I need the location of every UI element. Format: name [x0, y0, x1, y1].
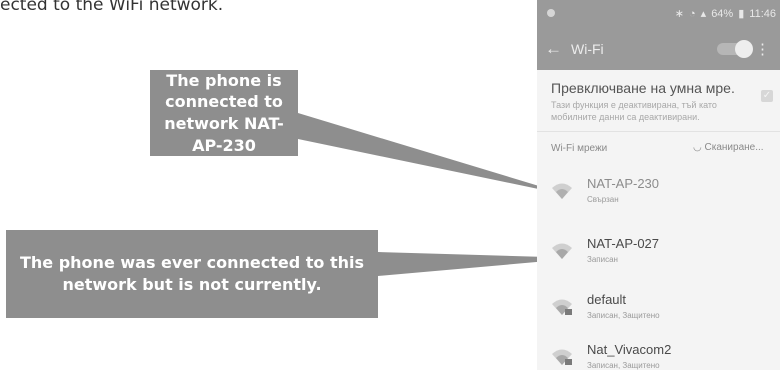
refresh-icon: ◡ — [693, 142, 702, 153]
network-name: Nat_Vivacom2 — [587, 342, 672, 357]
wifi-lock-icon — [552, 299, 572, 315]
phone-screen: ∗ ◔ ▴ 64% ▮ 11:46 ← Wi-Fi ⋮ Превключване… — [537, 0, 780, 370]
callout-connected: The phone is connected to network NAT-AP… — [150, 70, 298, 156]
page-title: Wi-Fi — [571, 41, 604, 57]
network-name: NAT-AP-027 — [587, 236, 660, 251]
network-name: default — [587, 292, 627, 307]
notification-icon — [547, 9, 555, 17]
network-status: Записан, Защитено — [587, 361, 660, 370]
bluetooth-icon: ∗ — [674, 8, 684, 20]
app-bar: ← Wi-Fi ⋮ — [537, 28, 780, 70]
smart-switch-description: Тази функция е деактивирана, тъй като мо… — [551, 100, 717, 122]
callout-saved-text: The phone was ever connected to this net… — [19, 253, 364, 294]
wifi-lock-icon — [552, 349, 572, 365]
callout-saved: The phone was ever connected to this net… — [6, 230, 378, 318]
callout-connected-text: The phone is connected to network NAT-AP… — [164, 70, 284, 155]
networks-section-label: Wi-Fi мрежи — [551, 143, 608, 154]
network-row[interactable]: NAT-AP-027 Записан — [537, 230, 780, 280]
battery-icon: ▮ — [738, 8, 745, 20]
pointer-connected — [298, 113, 572, 196]
network-status: Записан — [587, 255, 618, 264]
status-bar: ∗ ◔ ▴ 64% ▮ 11:46 — [537, 0, 780, 28]
divider — [537, 131, 780, 132]
smart-switch-checkbox[interactable]: ✓ — [761, 90, 773, 102]
network-row[interactable]: NAT-AP-230 Свързан — [537, 170, 780, 220]
wifi-toggle[interactable] — [717, 40, 753, 58]
wifi-icon — [552, 183, 572, 199]
smart-switch-title: Превключване на умна мре. — [551, 80, 735, 96]
toggle-knob — [735, 40, 753, 58]
network-row[interactable]: Nat_Vivacom2 Записан, Защитено — [537, 336, 780, 370]
network-status: Записан, Защитено — [587, 311, 660, 320]
wifi-status-icon: ◔ — [689, 7, 696, 20]
battery-percent: 64% — [711, 7, 734, 20]
back-arrow-icon[interactable]: ← — [545, 39, 562, 59]
network-row[interactable]: default Записан, Защитено — [537, 286, 780, 336]
network-name: NAT-AP-230 — [587, 176, 660, 191]
intro-text: ected to the WiFi network. — [0, 0, 224, 15]
wifi-icon — [552, 243, 572, 259]
scan-label: Сканиране... — [704, 142, 764, 153]
clock: 11:46 — [749, 7, 776, 20]
more-menu-icon[interactable]: ⋮ — [755, 40, 770, 58]
signal-icon: ▴ — [700, 8, 707, 20]
scan-status[interactable]: ◡ Сканиране... — [693, 142, 764, 153]
network-status: Свързан — [587, 195, 619, 204]
